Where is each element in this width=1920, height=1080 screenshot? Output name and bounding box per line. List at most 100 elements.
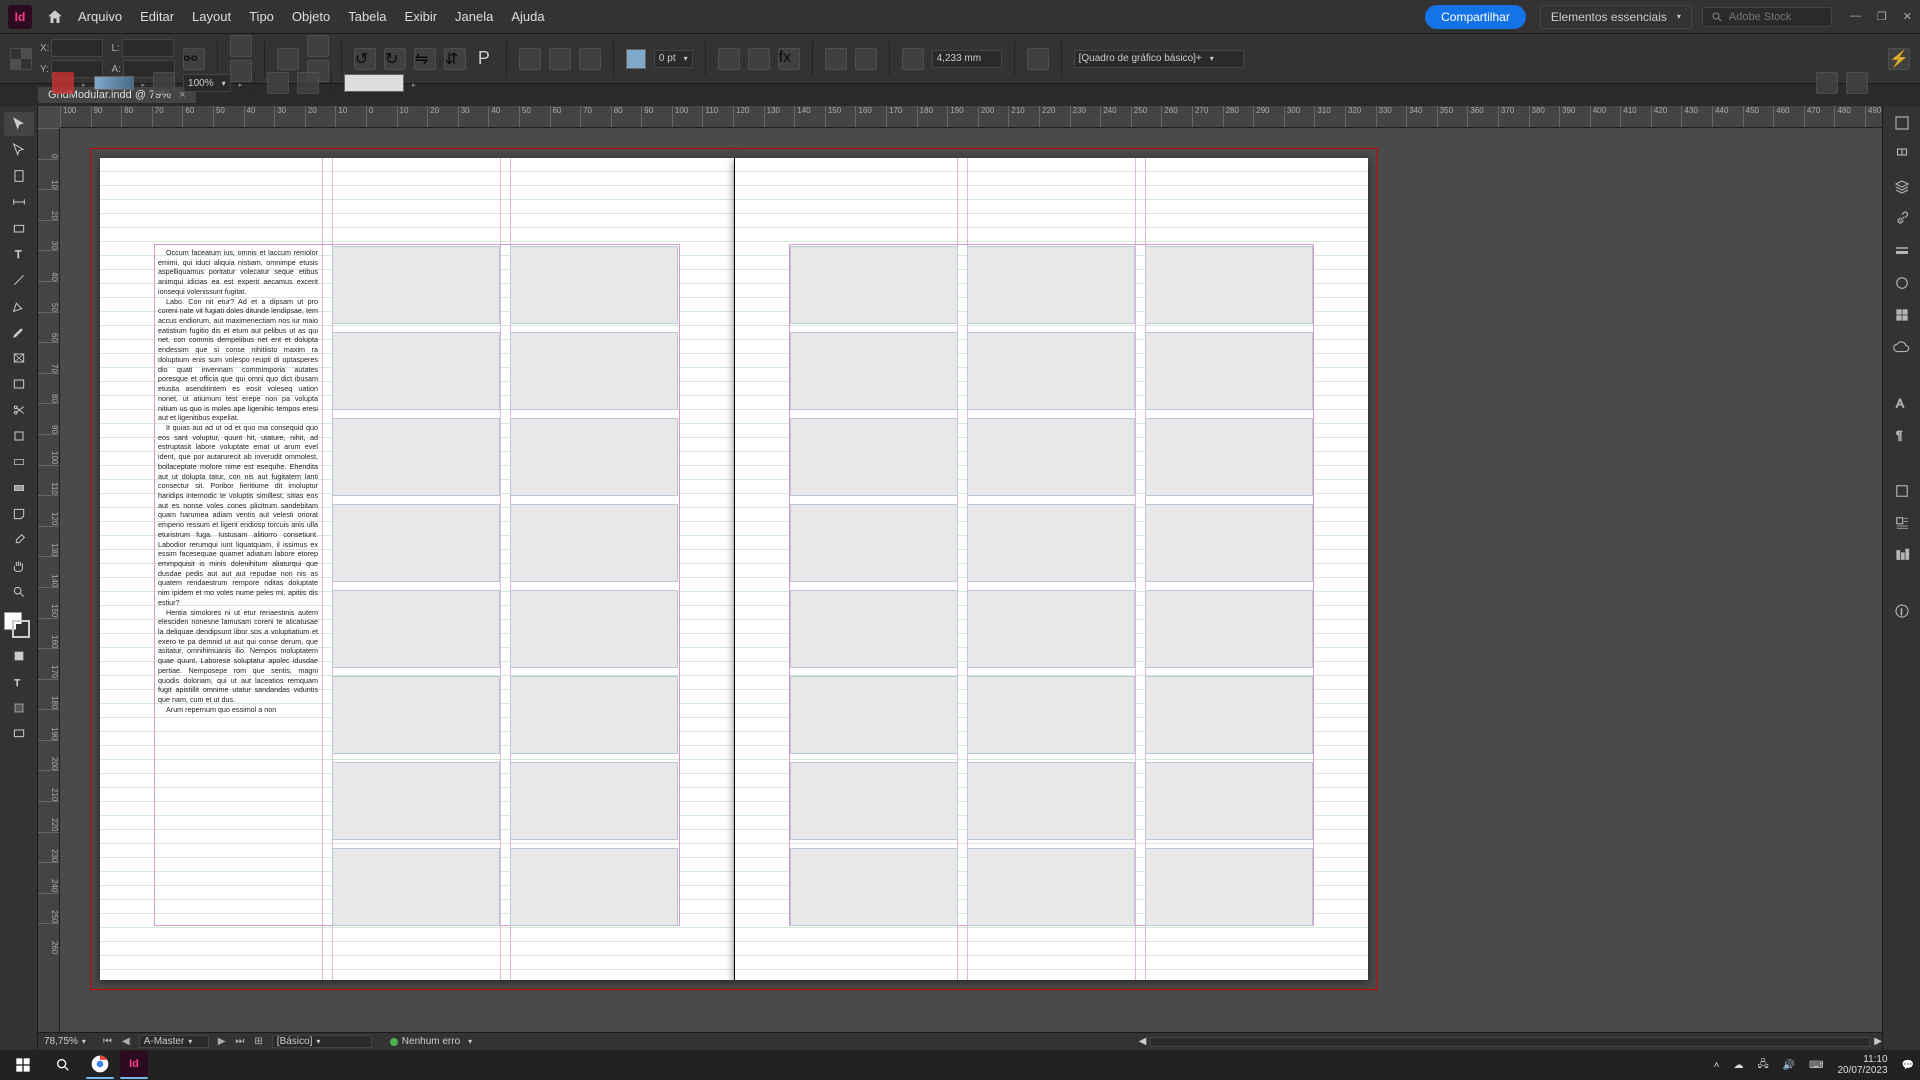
align-icon[interactable] — [1027, 48, 1049, 70]
chrome-app-icon[interactable] — [86, 1051, 114, 1079]
quick-apply-icon[interactable]: ⚡ — [1888, 48, 1910, 70]
placeholder-frame[interactable] — [332, 332, 500, 410]
notifications-icon[interactable]: 💬 — [1902, 1060, 1914, 1071]
menu-exibir[interactable]: Exibir — [405, 9, 438, 24]
menu-tipo[interactable]: Tipo — [249, 9, 274, 24]
scissors-tool[interactable] — [4, 398, 34, 422]
rectangle-tool[interactable] — [4, 372, 34, 396]
canvas[interactable]: 1009080706050403020100102030405060708090… — [38, 106, 1882, 1050]
story-text-frame[interactable]: Occum faceatum ius, omnis et laccum remo… — [156, 246, 320, 926]
distribute-icon[interactable] — [297, 72, 319, 94]
share-button[interactable]: Compartilhar — [1425, 5, 1526, 29]
character-panel-icon[interactable]: A — [1891, 392, 1913, 414]
opacity-icon[interactable] — [153, 72, 175, 94]
adobe-stock-search[interactable] — [1702, 7, 1832, 27]
placeholder-frame[interactable] — [967, 590, 1135, 668]
placeholder-frame[interactable] — [332, 504, 500, 582]
placeholder-frame[interactable] — [790, 418, 958, 496]
first-page-button[interactable]: ⏮ — [98, 1036, 117, 1047]
info-panel-icon[interactable]: i — [1891, 600, 1913, 622]
placeholder-frame[interactable] — [332, 848, 500, 926]
shear-icon[interactable] — [307, 35, 329, 57]
frame-fitting-1-icon[interactable] — [718, 48, 740, 70]
placeholder-frame[interactable] — [510, 504, 678, 582]
placeholder-frame[interactable] — [967, 418, 1135, 496]
restore-button[interactable]: ❐ — [1877, 10, 1887, 23]
arrange-icon[interactable] — [519, 48, 541, 70]
placeholder-frame[interactable] — [510, 762, 678, 840]
x-field[interactable] — [51, 39, 103, 57]
scroll-right-button[interactable]: ▶ — [1874, 1036, 1882, 1047]
pasteboard[interactable]: Occum faceatum ius, omnis et laccum remo… — [60, 128, 1882, 1050]
gradient-swatch-tool[interactable] — [4, 450, 34, 474]
text-wrap-2-icon[interactable] — [855, 48, 877, 70]
placeholder-frame[interactable] — [967, 762, 1135, 840]
ruler-vertical[interactable]: 0102030405060708090100110120130140150160… — [38, 128, 60, 1050]
text-wrap-1-icon[interactable] — [825, 48, 847, 70]
h-scrollbar[interactable] — [1150, 1037, 1870, 1047]
view-options-icon[interactable] — [1846, 72, 1868, 94]
last-page-button[interactable]: ⏭ — [230, 1036, 249, 1047]
properties-panel-icon[interactable] — [1891, 112, 1913, 134]
placeholder-frame[interactable] — [967, 848, 1135, 926]
rotate-cw-icon[interactable]: ↻ — [384, 48, 406, 70]
home-icon[interactable] — [46, 8, 64, 26]
placeholder-frame[interactable] — [510, 246, 678, 324]
placeholder-frame[interactable] — [790, 848, 958, 926]
layers-panel-icon[interactable] — [1891, 176, 1913, 198]
reference-point-grid[interactable] — [10, 48, 32, 70]
placeholder-frame[interactable] — [967, 332, 1135, 410]
stroke-swatch[interactable] — [52, 72, 74, 94]
workspace-selector[interactable]: Elementos essenciais — [1540, 5, 1692, 29]
placeholder-frame[interactable] — [510, 676, 678, 754]
tray-language-icon[interactable]: ⌨ — [1809, 1060, 1823, 1071]
effects-icon[interactable]: fx — [778, 48, 800, 70]
gradient-swatch[interactable] — [94, 76, 134, 90]
type-tool[interactable]: T — [4, 242, 34, 266]
text-wrap-panel-icon[interactable] — [1891, 512, 1913, 534]
select-content-icon[interactable] — [579, 48, 601, 70]
rotate-ccw-icon[interactable]: ↺ — [354, 48, 376, 70]
scale-x-icon[interactable] — [230, 35, 252, 57]
zoom-tool[interactable] — [4, 580, 34, 604]
page-left[interactable]: Occum faceatum ius, omnis et laccum remo… — [100, 158, 734, 980]
placeholder-frame[interactable] — [510, 332, 678, 410]
menu-arquivo[interactable]: Arquivo — [78, 9, 122, 24]
opacity-flyout[interactable] — [239, 74, 243, 92]
menu-janela[interactable]: Janela — [455, 9, 493, 24]
flip-h-icon[interactable]: ⇋ — [414, 48, 436, 70]
object-style-selector[interactable]: [Quadro de gráfico básico]+ — [1074, 50, 1244, 68]
apply-color-icon[interactable] — [4, 696, 34, 720]
indesign-app-icon[interactable]: Id — [120, 1051, 148, 1079]
close-button[interactable]: ✕ — [1903, 10, 1912, 23]
frame-fitting-2-icon[interactable] — [748, 48, 770, 70]
placeholder-frame[interactable] — [1145, 246, 1313, 324]
ruler-horizontal[interactable]: 1009080706050403020100102030405060708090… — [60, 106, 1882, 128]
rotate-icon[interactable] — [277, 48, 299, 70]
placeholder-frame[interactable] — [510, 848, 678, 926]
corner-radius-field[interactable] — [932, 50, 1002, 68]
rectangle-frame-tool[interactable] — [4, 346, 34, 370]
placeholder-frame[interactable] — [332, 246, 500, 324]
placeholder-frame[interactable] — [790, 590, 958, 668]
pages-panel-icon[interactable] — [1891, 144, 1913, 166]
note-tool[interactable] — [4, 502, 34, 526]
placeholder-frame[interactable] — [1145, 418, 1313, 496]
open-panel-icon[interactable]: ⊞ — [249, 1036, 267, 1047]
menu-layout[interactable]: Layout — [192, 9, 231, 24]
placeholder-frame[interactable] — [790, 504, 958, 582]
stroke-weight-field[interactable]: 0 pt — [654, 50, 693, 68]
placeholder-frame[interactable] — [1145, 762, 1313, 840]
cc-libraries-panel-icon[interactable] — [1891, 336, 1913, 358]
fill-swatch[interactable] — [626, 49, 646, 69]
color-panel-icon[interactable] — [1891, 272, 1913, 294]
pencil-tool[interactable] — [4, 320, 34, 344]
opacity-field[interactable]: 100% — [183, 74, 231, 92]
placeholder-frame[interactable] — [510, 418, 678, 496]
placeholder-frame[interactable] — [332, 590, 500, 668]
swatches-panel-icon[interactable] — [1891, 304, 1913, 326]
placeholder-frame[interactable] — [332, 676, 500, 754]
placeholder-frame[interactable] — [790, 246, 958, 324]
gradient-feather-tool[interactable] — [4, 476, 34, 500]
next-page-button[interactable]: ▶ — [213, 1036, 231, 1047]
